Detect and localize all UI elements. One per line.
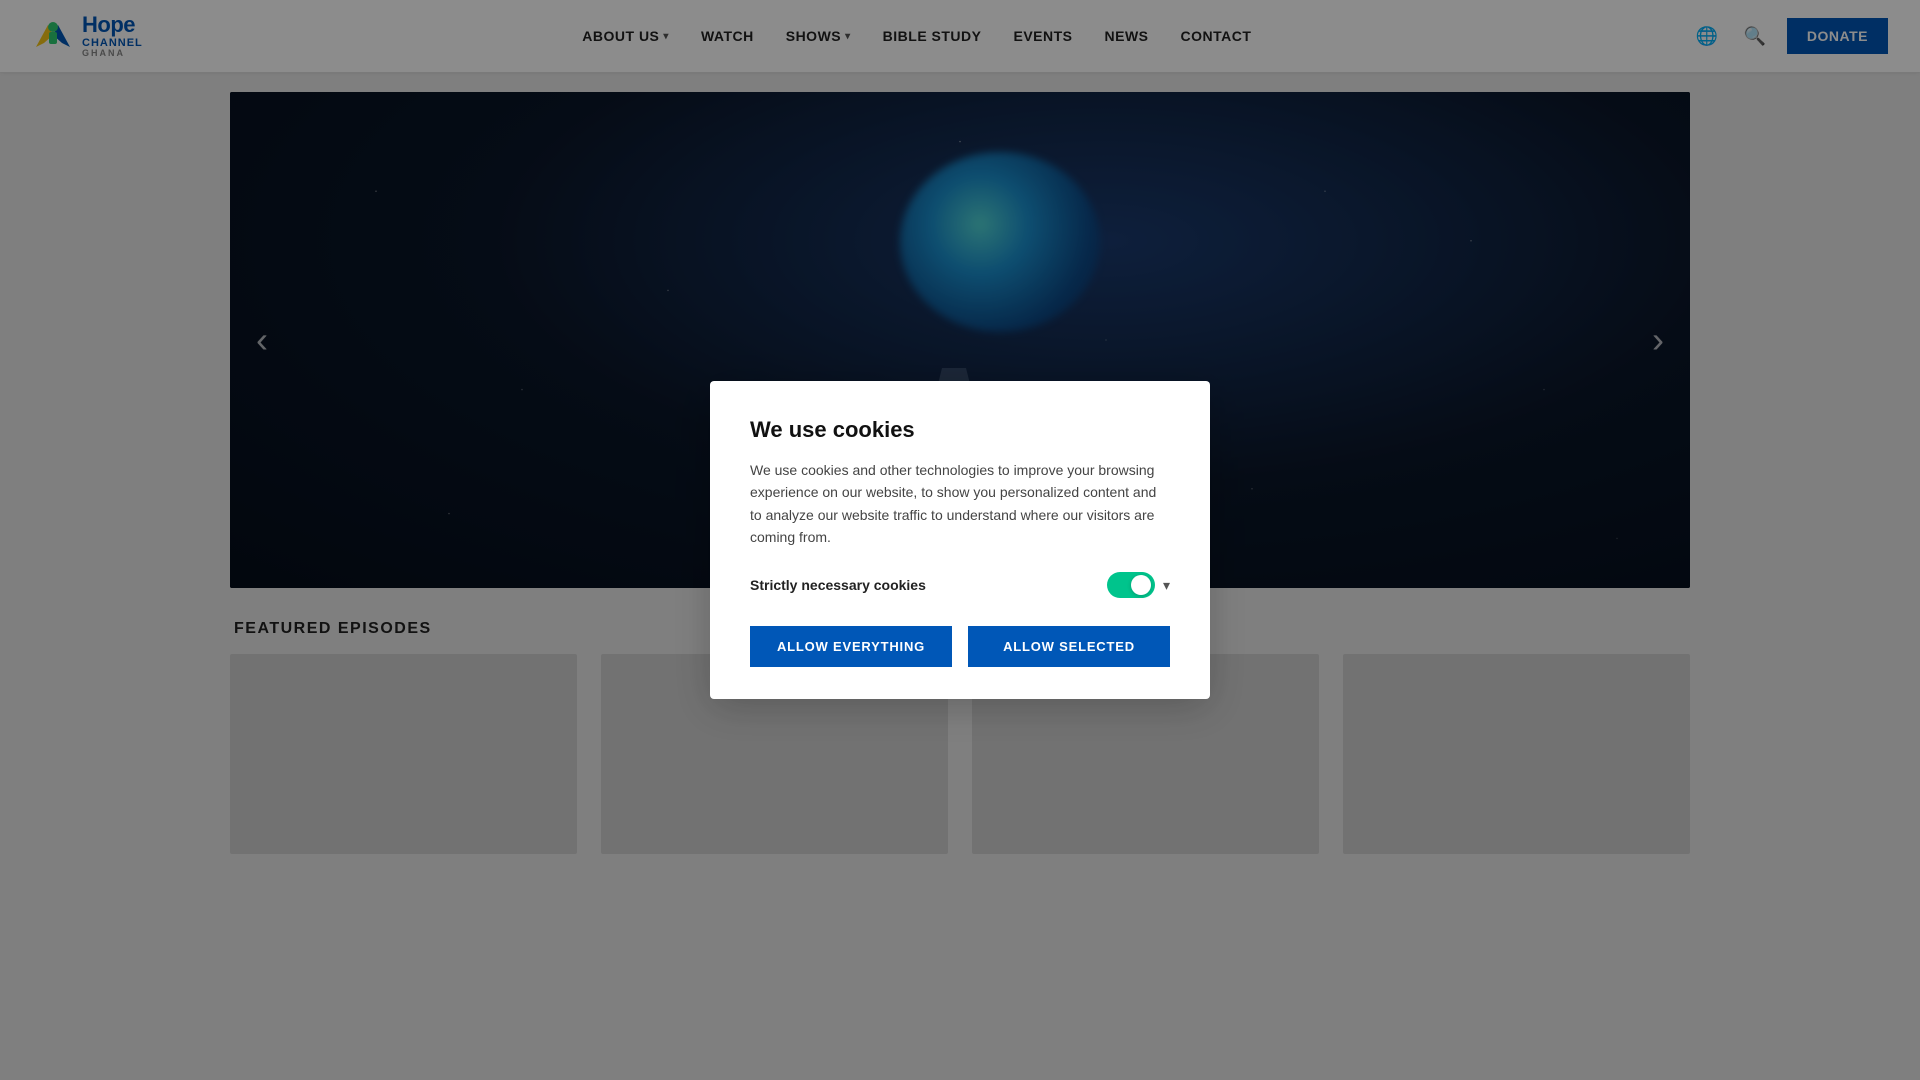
cookie-title: We use cookies [750, 417, 1170, 443]
cookie-body: We use cookies and other technologies to… [750, 459, 1170, 549]
cookie-overlay: We use cookies We use cookies and other … [0, 0, 1920, 1080]
allow-selected-button[interactable]: ALLOW SELECTED [968, 626, 1170, 667]
strictly-necessary-label: Strictly necessary cookies [750, 577, 926, 593]
toggle-track [1107, 572, 1155, 598]
toggle-thumb [1131, 575, 1151, 595]
toggle-chevron-icon: ▾ [1163, 577, 1170, 594]
cookie-modal: We use cookies We use cookies and other … [710, 381, 1210, 700]
strictly-necessary-row: Strictly necessary cookies ▾ [750, 572, 1170, 598]
allow-everything-button[interactable]: ALLOW EVERYTHING [750, 626, 952, 667]
cookie-actions: ALLOW EVERYTHING ALLOW SELECTED [750, 626, 1170, 667]
strictly-necessary-toggle[interactable]: ▾ [1107, 572, 1170, 598]
